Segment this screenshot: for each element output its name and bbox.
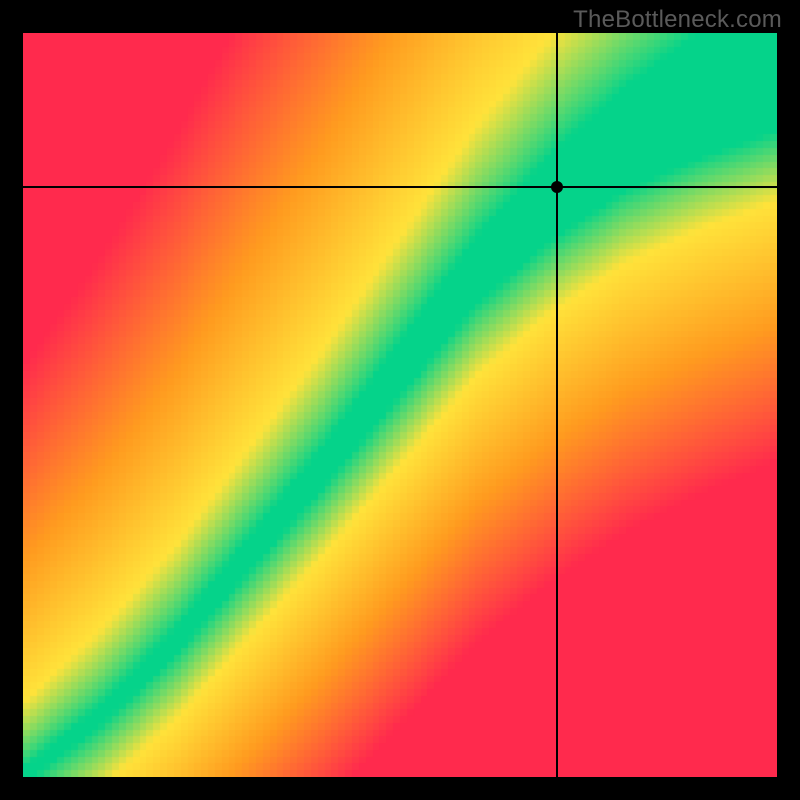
chart-stage: TheBottleneck.com [0,0,800,800]
crosshair-vertical [556,33,558,777]
marker-dot [551,181,563,193]
crosshair-horizontal [23,186,777,188]
source-watermark: TheBottleneck.com [573,6,782,34]
bottleneck-heatmap [23,33,777,777]
